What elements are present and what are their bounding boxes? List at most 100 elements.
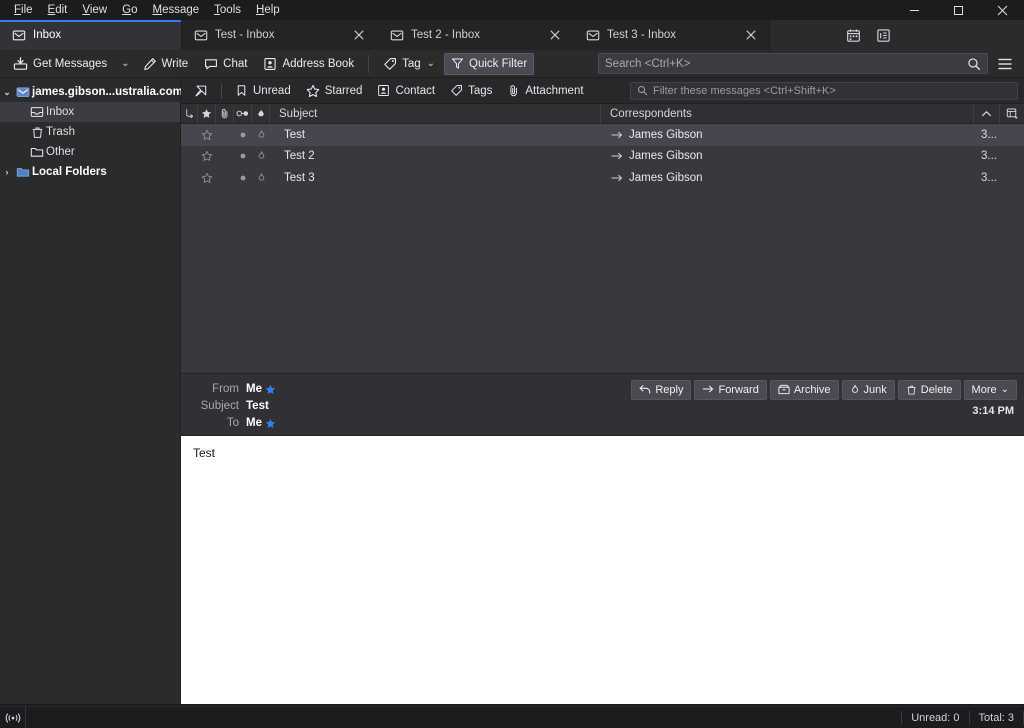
quick-filter-attachment-button[interactable]: Attachment [500,81,590,101]
close-button[interactable] [980,0,1024,20]
menu-file-rest: ile [21,4,33,16]
table-row[interactable]: Test 2 James Gibson 3... [181,146,1024,168]
row-date: 3... [981,171,997,184]
column-header-junk[interactable] [252,103,270,124]
junk-button[interactable]: Junk [841,379,895,400]
quick-filter-tags-button[interactable]: Tags [443,81,499,101]
table-row[interactable]: Test 3 James Gibson 3... [181,167,1024,189]
column-header-correspondents[interactable]: Correspondents [601,103,974,124]
write-button[interactable]: Write [136,53,196,75]
chevron-down-icon: ⌄ [1000,384,1009,395]
thread-icon [184,108,195,119]
contact-star-icon[interactable] [265,418,276,429]
sidebar-item-local-folders-label: Local Folders [32,166,107,178]
titlebar: File Edit View Go Message Tools Help [0,0,1024,20]
message-body[interactable]: Test [181,434,1024,704]
tab-test-2-inbox[interactable]: Test 2 - Inbox [378,20,574,50]
close-icon[interactable] [743,27,759,43]
forward-button[interactable]: Forward [694,379,767,400]
row-subject: Test [284,128,306,141]
quick-filter-unread-button[interactable]: Unread [228,81,298,101]
column-header-attachment[interactable] [216,103,234,124]
sidebar-item-inbox[interactable]: Inbox [0,102,180,122]
folder-account-row[interactable]: ⌄ james.gibson...ustralia.com [0,82,183,102]
forward-label: Forward [718,383,759,396]
menu-view[interactable]: View [75,1,115,19]
pencil-icon [143,57,157,71]
minimize-button[interactable] [892,0,936,20]
reply-icon [639,384,651,395]
row-correspondent-name: James Gibson [629,128,703,141]
app-menu-button[interactable] [992,53,1018,75]
search-input[interactable]: Search <Ctrl+K> [598,53,988,74]
more-label: More [971,383,997,396]
message-from-value[interactable]: Me [246,383,262,395]
filter-funnel-icon [451,57,464,70]
tasks-icon[interactable] [872,24,894,46]
menu-go[interactable]: Go [115,1,145,19]
reply-button[interactable]: Reply [631,379,692,400]
row-read-toggle[interactable] [234,167,252,189]
row-junk-toggle[interactable] [252,146,270,168]
row-star-toggle[interactable] [198,146,216,168]
column-header-unread[interactable] [234,103,252,124]
row-junk-toggle[interactable] [252,124,270,146]
sidebar-item-trash[interactable]: Trash [0,122,180,142]
address-book-icon [263,57,277,71]
tag-button[interactable]: Tag ⌄ [376,53,442,75]
connection-icon[interactable] [0,706,26,728]
tab-test-inbox[interactable]: Test - Inbox [182,20,378,50]
chevron-right-icon[interactable]: › [0,167,14,177]
column-sort-indicator[interactable] [974,103,1000,124]
quick-filter-contact-button[interactable]: Contact [370,81,442,101]
get-messages-button[interactable]: Get Messages [6,53,114,75]
menu-file[interactable]: File [7,1,41,19]
chat-button[interactable]: Chat [197,53,254,75]
row-read-toggle[interactable] [234,146,252,168]
close-icon[interactable] [547,27,563,43]
sidebar-item-inbox-label: Inbox [46,106,75,118]
column-header-star[interactable] [198,103,216,124]
menu-edit[interactable]: Edit [41,1,76,19]
quick-filter-search-input[interactable]: Filter these messages <Ctrl+Shift+K> [630,81,1018,100]
more-button[interactable]: More ⌄ [963,379,1017,400]
row-star-toggle[interactable] [198,124,216,146]
search-icon[interactable] [967,57,981,71]
reply-label: Reply [655,383,684,396]
maximize-button[interactable] [936,0,980,20]
get-messages-dropdown[interactable]: ⌄ [116,53,133,75]
column-header-subject[interactable]: Subject [270,103,601,124]
chevron-down-icon[interactable]: ⌄ [0,87,14,98]
tab-inbox[interactable]: Inbox [0,20,182,50]
tab-test-3-inbox[interactable]: Test 3 - Inbox [574,20,770,50]
sidebar-item-other[interactable]: Other [0,142,180,162]
menu-tools[interactable]: Tools [207,1,249,19]
column-header-thread[interactable] [181,103,198,124]
message-to-value[interactable]: Me [246,417,262,429]
sidebar-item-local-folders[interactable]: › Local Folders [0,162,180,182]
archive-button[interactable]: Archive [769,379,839,400]
message-list[interactable]: Test James Gibson 3... Test 2 James Gibs… [181,124,1024,373]
quick-filter-tags-label: Tags [468,84,493,97]
quick-filter-starred-button[interactable]: Starred [299,81,370,101]
mail-icon [586,28,600,42]
address-book-button[interactable]: Address Book [256,53,361,75]
menu-message-accel: M [152,4,163,16]
row-read-toggle[interactable] [234,124,252,146]
row-junk-toggle[interactable] [252,167,270,189]
column-picker-icon[interactable] [1000,104,1024,124]
message-list-header: Subject Correspondents [181,103,1024,124]
quick-filter-button[interactable]: Quick Filter [444,52,535,75]
row-star-toggle[interactable] [198,167,216,189]
table-row[interactable]: Test James Gibson 3... [181,124,1024,146]
archive-label: Archive [793,383,831,396]
calendar-icon[interactable] [842,24,864,46]
pin-filter-icon[interactable] [187,81,215,101]
delete-button[interactable]: Delete [897,379,961,400]
menu-message[interactable]: Message [145,1,207,19]
folder-account-label: james.gibson...ustralia.com [32,86,183,98]
menu-help[interactable]: Help [249,1,288,19]
contact-star-icon[interactable] [265,384,276,395]
quick-filter-unread-label: Unread [253,84,291,97]
close-icon[interactable] [351,27,367,43]
